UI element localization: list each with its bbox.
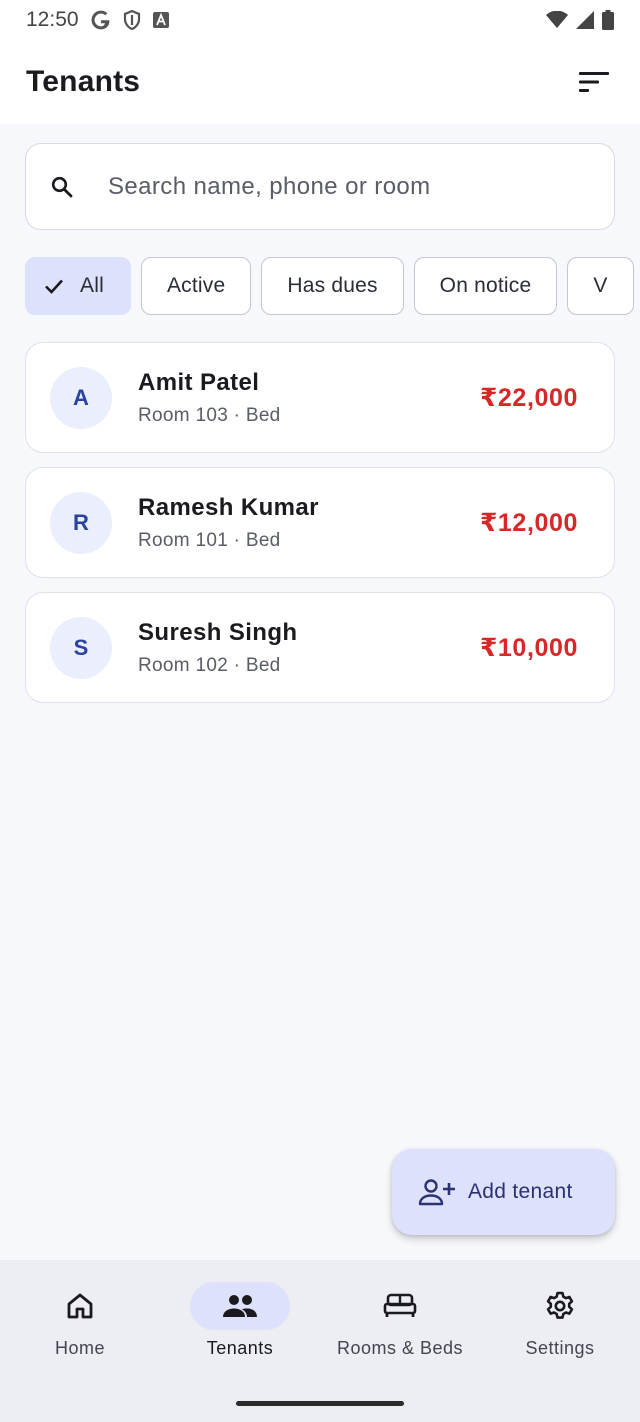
tenant-name: Ramesh Kumar	[138, 493, 319, 521]
battery-icon	[602, 10, 614, 30]
tenant-list: A Amit Patel Room 103 · Bed ₹22,000 R Ra…	[25, 342, 615, 717]
home-icon	[67, 1293, 93, 1319]
nav-item-rooms-beds[interactable]: Rooms & Beds	[320, 1260, 480, 1422]
due-amount: ₹12,000	[479, 508, 578, 537]
filter-chip-on-notice[interactable]: On notice	[413, 257, 558, 315]
bed-icon	[383, 1293, 417, 1317]
tenant-room: Room 103 · Bed	[138, 404, 281, 426]
bottom-navigation: Home Tenants Rooms & Beds Settings	[0, 1260, 640, 1422]
add-person-icon	[418, 1179, 455, 1206]
tenant-name: Amit Patel	[138, 368, 260, 396]
filter-chip-label: On notice	[439, 274, 532, 297]
filter-chip-label: Has dues	[287, 274, 378, 297]
search-input[interactable]	[108, 172, 578, 201]
tenant-room: Room 101 · Bed	[138, 529, 281, 551]
sort-icon	[579, 72, 609, 92]
search-bar[interactable]	[25, 143, 615, 230]
tenant-card[interactable]: R Ramesh Kumar Room 101 · Bed ₹12,000	[25, 467, 615, 578]
nav-label: Settings	[525, 1338, 595, 1358]
tenant-card[interactable]: A Amit Patel Room 103 · Bed ₹22,000	[25, 342, 615, 453]
filter-chip-label: V	[593, 274, 608, 297]
people-icon	[223, 1295, 257, 1317]
avatar: A	[50, 366, 112, 429]
home-indicator[interactable]	[236, 1401, 404, 1406]
avatar: S	[50, 616, 112, 679]
filter-chip-label: All	[80, 274, 104, 297]
check-icon	[44, 278, 64, 294]
nav-label: Tenants	[206, 1338, 274, 1358]
signal-icon	[576, 11, 594, 29]
tenant-card[interactable]: S Suresh Singh Room 102 · Bed ₹10,000	[25, 592, 615, 703]
due-amount: ₹10,000	[479, 633, 578, 662]
tenant-room: Room 102 · Bed	[138, 654, 281, 676]
due-amount: ₹22,000	[479, 383, 578, 412]
google-icon	[91, 10, 111, 30]
nav-item-home[interactable]: Home	[0, 1260, 160, 1422]
gear-icon	[546, 1291, 574, 1319]
nav-label: Home	[54, 1338, 105, 1358]
filter-chip-has-dues[interactable]: Has dues	[261, 257, 404, 315]
font-icon	[152, 12, 169, 28]
tenant-name: Suresh Singh	[138, 618, 298, 646]
app-bar: Tenants	[0, 40, 640, 124]
avatar: R	[50, 491, 112, 554]
sort-button[interactable]	[574, 62, 614, 102]
nav-label: Rooms & Beds	[336, 1338, 464, 1358]
status-time: 12:50	[26, 8, 79, 31]
filter-chip-all[interactable]: All	[25, 257, 131, 315]
filter-chip-active[interactable]: Active	[140, 257, 252, 315]
nav-item-tenants[interactable]: Tenants	[160, 1260, 320, 1422]
search-icon	[51, 176, 73, 197]
wifi-icon	[546, 11, 568, 29]
filter-chip-more[interactable]: V	[567, 257, 634, 315]
page-title: Tenants	[26, 65, 141, 98]
filter-chip-label: Active	[166, 274, 226, 297]
status-bar: 12:50	[0, 0, 640, 40]
add-tenant-button[interactable]: Add tenant	[392, 1149, 615, 1235]
filter-chips: All Active Has dues On notice V	[25, 257, 640, 315]
add-tenant-label: Add tenant	[468, 1180, 573, 1203]
shield-icon	[123, 10, 141, 30]
nav-item-settings[interactable]: Settings	[480, 1260, 640, 1422]
